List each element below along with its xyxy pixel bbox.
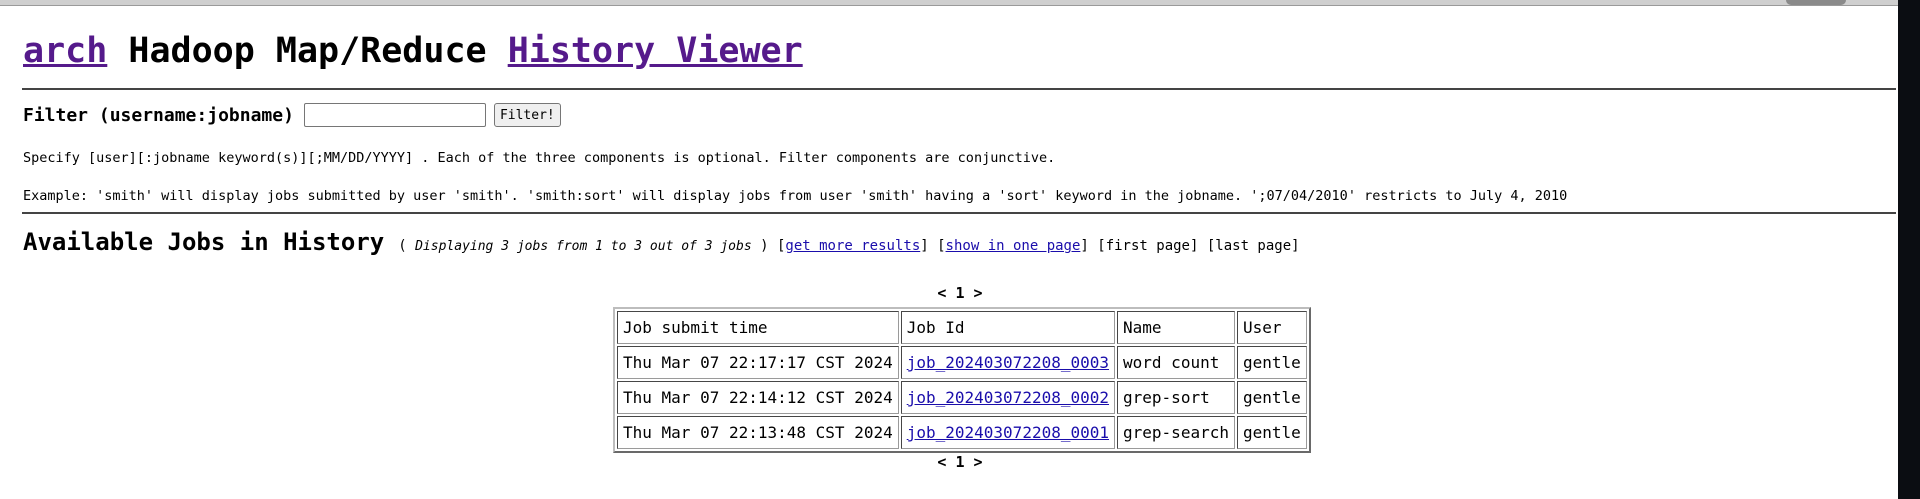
- user-cell: gentle: [1236, 346, 1307, 379]
- table-header-row: Job submit time Job Id Name User: [617, 311, 1307, 344]
- jobs-table: Job submit time Job Id Name User Thu Mar…: [613, 307, 1311, 453]
- job-id-link[interactable]: job_202403072208_0003: [907, 353, 1109, 372]
- first-page-label: [first page]: [1097, 238, 1199, 254]
- page-title: arch Hadoop Map/Reduce History Viewer: [23, 28, 1897, 74]
- job-name-cell: word count: [1117, 346, 1235, 379]
- window-top-edge: [0, 0, 1920, 6]
- title-text: Hadoop Map/Reduce: [128, 31, 487, 71]
- pager-prev[interactable]: <: [937, 453, 946, 471]
- filter-button[interactable]: Filter!: [493, 103, 561, 127]
- job-id-link[interactable]: job_202403072208_0002: [907, 388, 1109, 407]
- job-id-link[interactable]: job_202403072208_0001: [907, 423, 1109, 442]
- job-name-cell: grep-search: [1117, 416, 1235, 449]
- job-id-cell: job_202403072208_0003: [900, 346, 1116, 379]
- submit-time-cell: Thu Mar 07 22:14:12 CST 2024: [617, 381, 899, 414]
- table-row: Thu Mar 07 22:13:48 CST 2024 job_2024030…: [617, 416, 1307, 449]
- window-right-edge: [1898, 0, 1920, 499]
- close-paren: ): [760, 238, 769, 254]
- history-viewer-page: arch Hadoop Map/Reduce History Viewer Fi…: [22, 10, 1897, 471]
- filter-help-text: Specify [user][:jobname keyword(s)][;MM/…: [23, 150, 1056, 166]
- pager-next[interactable]: >: [974, 453, 983, 471]
- history-viewer-link[interactable]: History Viewer: [508, 31, 803, 71]
- pager-current-page: 1: [955, 453, 965, 471]
- user-cell: gentle: [1236, 416, 1307, 449]
- filter-label: Filter (username:jobname): [23, 104, 294, 126]
- results-meta: ( Displaying 3 jobs from 1 to 3 out of 3…: [398, 238, 1300, 254]
- last-page-label: [last page]: [1206, 238, 1300, 254]
- show-in-one-page-link[interactable]: show in one page: [946, 238, 1081, 254]
- submit-time-cell: Thu Mar 07 22:13:48 CST 2024: [617, 416, 899, 449]
- divider-top: [22, 88, 1896, 90]
- cluster-link[interactable]: arch: [23, 31, 107, 71]
- job-name-cell: grep-sort: [1117, 381, 1235, 414]
- column-header-name: Name: [1117, 311, 1235, 344]
- submit-time-cell: Thu Mar 07 22:17:17 CST 2024: [617, 346, 899, 379]
- displaying-count: Displaying 3 jobs from 1 to 3 out of 3 j…: [415, 239, 752, 254]
- job-id-cell: job_202403072208_0002: [900, 381, 1116, 414]
- filter-input[interactable]: [303, 103, 486, 127]
- table-row: Thu Mar 07 22:17:17 CST 2024 job_2024030…: [617, 346, 1307, 379]
- column-header-job-id: Job Id: [900, 311, 1116, 344]
- table-row: Thu Mar 07 22:14:12 CST 2024 job_2024030…: [617, 381, 1307, 414]
- divider-middle: [22, 212, 1896, 214]
- filter-example-text: Example: 'smith' will display jobs submi…: [23, 188, 1568, 204]
- user-cell: gentle: [1236, 381, 1307, 414]
- column-header-submit-time: Job submit time: [617, 311, 899, 344]
- job-id-cell: job_202403072208_0001: [900, 416, 1116, 449]
- pager-prev[interactable]: <: [937, 284, 946, 302]
- pager-current-page: 1: [955, 284, 965, 302]
- jobs-table-wrapper: Job submit time Job Id Name User Thu Mar…: [613, 307, 1311, 453]
- get-more-results-link[interactable]: get more results: [785, 238, 920, 254]
- window-resize-handle[interactable]: [1786, 0, 1846, 5]
- pager-next[interactable]: >: [974, 284, 983, 302]
- available-jobs-header: Available Jobs in History ( Displaying 3…: [23, 228, 1300, 256]
- column-header-user: User: [1236, 311, 1307, 344]
- filter-form: Filter (username:jobname) Filter!: [23, 98, 561, 132]
- open-paren: (: [398, 238, 407, 254]
- section-title: Available Jobs in History: [23, 228, 385, 256]
- pager-bottom: < 1 >: [23, 453, 1897, 471]
- pager-top: < 1 >: [23, 284, 1897, 302]
